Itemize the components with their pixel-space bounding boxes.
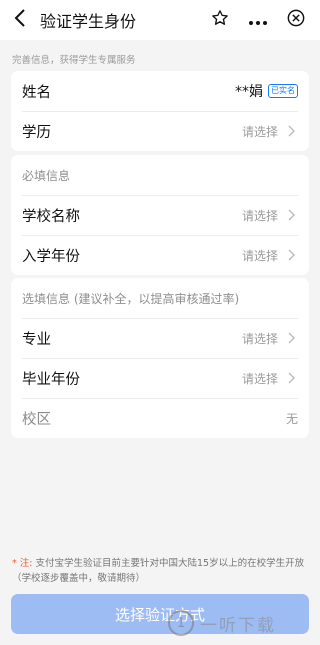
chevron-right-icon [284,208,298,222]
close-button[interactable] [282,6,310,34]
name-label: 姓名 [22,84,51,101]
optional-section-label: 选填信息 (建议补全，以提高审核通过率) [22,291,240,306]
page-title: 验证学生身份 [40,12,137,31]
favorite-button[interactable] [206,6,234,34]
graduation-year-row[interactable]: 毕业年份 请选择 [11,358,309,398]
enrollment-year-row[interactable]: 入学年份 请选择 [11,235,309,275]
watermark-text: 一听下载 [200,615,276,636]
info-hint: 完善信息，获得学生专属服务 [12,55,136,66]
back-arrow-icon [14,9,26,31]
name-row: 姓名 **娟 已实名 [11,71,309,111]
close-circle-icon [287,9,305,31]
graduation-year-label: 毕业年份 [22,371,80,388]
required-info-card: 必填信息 学校名称 请选择 入学年份 请选择 [11,155,309,275]
optional-info-card: 选填信息 (建议补全，以提高审核通过率) 专业 请选择 毕业年份 请选择 校区 … [11,278,309,438]
star-icon [211,9,229,31]
education-value: 请选择 [241,124,278,139]
campus-row: 校区 无 [11,398,309,438]
school-label: 学校名称 [22,208,80,225]
notice-star: * 注: [12,558,33,569]
more-icon [248,11,268,30]
education-row[interactable]: 学历 请选择 [11,111,309,151]
chevron-right-icon [284,331,298,345]
required-section-header: 必填信息 [11,155,309,195]
chevron-right-icon [284,124,298,138]
major-row[interactable]: 专业 请选择 [11,318,309,358]
notice-body: 支付宝学生验证目前主要针对中国大陆15岁以上的在校学生开放（学校逐步覆盖中，敬请… [12,558,305,584]
top-nav-bar: 验证学生身份 [0,0,320,40]
verified-badge: 已实名 [268,84,298,98]
campus-value: 无 [285,411,298,426]
major-value: 请选择 [241,331,278,346]
education-label: 学历 [22,124,51,141]
optional-section-header: 选填信息 (建议补全，以提高审核通过率) [11,278,309,318]
chevron-right-icon [284,248,298,262]
basic-info-card: 姓名 **娟 已实名 学历 请选择 [11,71,309,151]
enrollment-year-value: 请选择 [241,248,278,263]
graduation-year-value: 请选择 [241,371,278,386]
major-label: 专业 [22,331,51,348]
campus-label: 校区 [22,411,51,428]
back-button[interactable] [0,0,40,40]
enrollment-year-label: 入学年份 [22,248,80,265]
chevron-right-icon [284,371,298,385]
notice-text: * 注: 支付宝学生验证目前主要针对中国大陆15岁以上的在校学生开放（学校逐步覆… [12,556,310,586]
name-value: **娟 [235,84,263,100]
school-value: 请选择 [241,208,278,223]
more-button[interactable] [244,6,272,34]
watermark: 1 一听下载 [168,606,318,640]
required-section-label: 必填信息 [22,168,71,183]
school-row[interactable]: 学校名称 请选择 [11,195,309,235]
watermark-logo-icon: 1 [168,610,194,636]
